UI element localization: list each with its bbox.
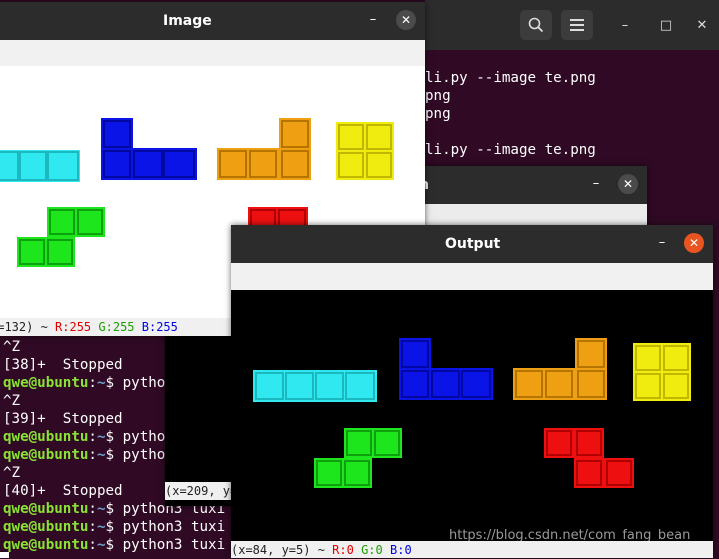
minimize-icon[interactable]: – [614, 14, 636, 36]
minimize-icon[interactable]: – [651, 233, 673, 255]
terminal-line: ^Z [3, 465, 21, 481]
terminal-prompt-line: qwe@ubuntu:~$ pytho [3, 375, 166, 391]
terminal-line: png [425, 88, 451, 104]
search-icon[interactable] [520, 10, 552, 40]
minimize-icon[interactable]: – [362, 10, 384, 32]
close-icon[interactable]: ✕ [618, 174, 638, 194]
image-window-titlebar[interactable]: Image – ✕ [0, 2, 425, 40]
terminal-prompt-line: qwe@ubuntu:~$ python3 tuxi [3, 519, 226, 535]
terminal-line: [39]+ Stopped [3, 411, 123, 427]
terminal-line: [38]+ Stopped [3, 357, 123, 373]
terminal-prompt-line: qwe@ubuntu:~$ pytho [3, 429, 166, 445]
image-window-toolbar [0, 40, 425, 66]
terminal-cursor [0, 552, 9, 558]
output-canvas[interactable]: https://blog.csdn.net/com_fang_bean [231, 290, 713, 543]
terminal-prompt-line: qwe@ubuntu:~$ pytho [3, 447, 166, 463]
output-window-titlebar[interactable]: Output – ✕ [231, 225, 713, 263]
terminal-line: png [425, 106, 451, 122]
minimize-icon[interactable]: – [585, 174, 607, 196]
terminal-line: ^Z [3, 393, 21, 409]
output-window: Output – ✕ https://blog.csdn.net/com_fan… [231, 225, 713, 558]
close-icon[interactable]: ✕ [691, 14, 713, 36]
close-icon[interactable]: ✕ [684, 233, 704, 253]
terminal-line: ^Z [3, 339, 21, 355]
close-icon[interactable]: ✕ [396, 10, 416, 30]
image-window-title: Image [163, 13, 212, 29]
maximize-icon[interactable]: □ [655, 14, 677, 36]
output-window-title: Output [445, 236, 501, 252]
terminal-line: li.py --image te.png [425, 70, 596, 86]
output-window-status: (x=84, y=5) ~ R:0 G:0 B:0 [231, 541, 713, 558]
terminal-prompt-line: qwe@ubuntu:~$ python3 tuxi [3, 537, 226, 553]
terminal-line: li.py --image te.png [425, 142, 596, 158]
terminal-headerbar: – □ ✕ [425, 0, 719, 50]
terminal-line: [40]+ Stopped [3, 483, 123, 499]
output-window-toolbar [231, 263, 713, 290]
menu-icon[interactable] [561, 10, 593, 40]
